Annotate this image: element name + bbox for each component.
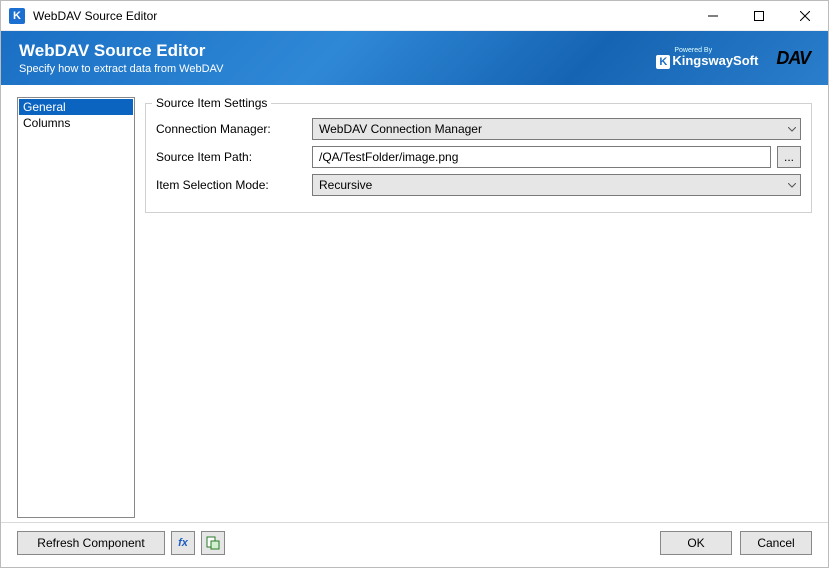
dav-logo: DAV xyxy=(776,48,810,69)
banner-subtitle: Specify how to extract data from WebDAV xyxy=(19,63,223,75)
close-icon xyxy=(800,11,810,21)
refresh-component-button[interactable]: Refresh Component xyxy=(17,531,165,555)
browse-label: ... xyxy=(784,150,794,164)
cancel-label: Cancel xyxy=(757,536,794,550)
footer: Refresh Component fx OK Cancel xyxy=(1,522,828,567)
content-area: General Columns Source Item Settings Con… xyxy=(1,85,828,522)
item-selection-mode-label: Item Selection Mode: xyxy=(156,178,306,192)
fx-icon: fx xyxy=(178,537,188,549)
banner-title: WebDAV Source Editor xyxy=(19,41,223,61)
fx-expression-button[interactable]: fx xyxy=(171,531,195,555)
group-label: Source Item Settings xyxy=(152,96,271,110)
minimize-icon xyxy=(708,11,718,21)
titlebar: K WebDAV Source Editor xyxy=(1,1,828,31)
app-icon: K xyxy=(9,8,25,24)
chevron-down-icon xyxy=(788,180,796,191)
document-button[interactable] xyxy=(201,531,225,555)
window-title: WebDAV Source Editor xyxy=(33,9,157,23)
close-button[interactable] xyxy=(782,1,828,30)
browse-button[interactable]: ... xyxy=(777,146,801,168)
connection-manager-label: Connection Manager: xyxy=(156,122,306,136)
item-selection-mode-dropdown[interactable]: Recursive xyxy=(312,174,801,196)
kingswaysoft-logo: Powered By KKingswaySoft xyxy=(656,47,758,69)
item-selection-mode-value: Recursive xyxy=(319,178,372,192)
cancel-button[interactable]: Cancel xyxy=(740,531,812,555)
connection-manager-row: Connection Manager: WebDAV Connection Ma… xyxy=(156,118,801,140)
window-controls xyxy=(690,1,828,30)
source-item-settings-group: Source Item Settings Connection Manager:… xyxy=(145,103,812,213)
connection-manager-value: WebDAV Connection Manager xyxy=(319,122,482,136)
chevron-down-icon xyxy=(788,124,796,135)
document-icon xyxy=(206,536,220,550)
minimize-button[interactable] xyxy=(690,1,736,30)
maximize-button[interactable] xyxy=(736,1,782,30)
sidebar: General Columns xyxy=(17,97,135,518)
maximize-icon xyxy=(754,11,764,21)
source-item-path-value: /QA/TestFolder/image.png xyxy=(319,150,458,164)
settings-panel: Source Item Settings Connection Manager:… xyxy=(145,97,812,518)
ok-button[interactable]: OK xyxy=(660,531,732,555)
kingsway-text: KingswaySoft xyxy=(672,53,758,68)
source-item-path-label: Source Item Path: xyxy=(156,150,306,164)
item-selection-mode-row: Item Selection Mode: Recursive xyxy=(156,174,801,196)
connection-manager-dropdown[interactable]: WebDAV Connection Manager xyxy=(312,118,801,140)
source-item-path-row: Source Item Path: /QA/TestFolder/image.p… xyxy=(156,146,801,168)
sidebar-item-general[interactable]: General xyxy=(19,99,133,115)
banner: WebDAV Source Editor Specify how to extr… xyxy=(1,31,828,85)
sidebar-item-label: Columns xyxy=(23,116,70,130)
sidebar-item-columns[interactable]: Columns xyxy=(19,115,133,131)
ok-label: OK xyxy=(687,536,704,550)
sidebar-item-label: General xyxy=(23,100,66,114)
refresh-label: Refresh Component xyxy=(37,536,144,550)
source-item-path-input[interactable]: /QA/TestFolder/image.png xyxy=(312,146,771,168)
